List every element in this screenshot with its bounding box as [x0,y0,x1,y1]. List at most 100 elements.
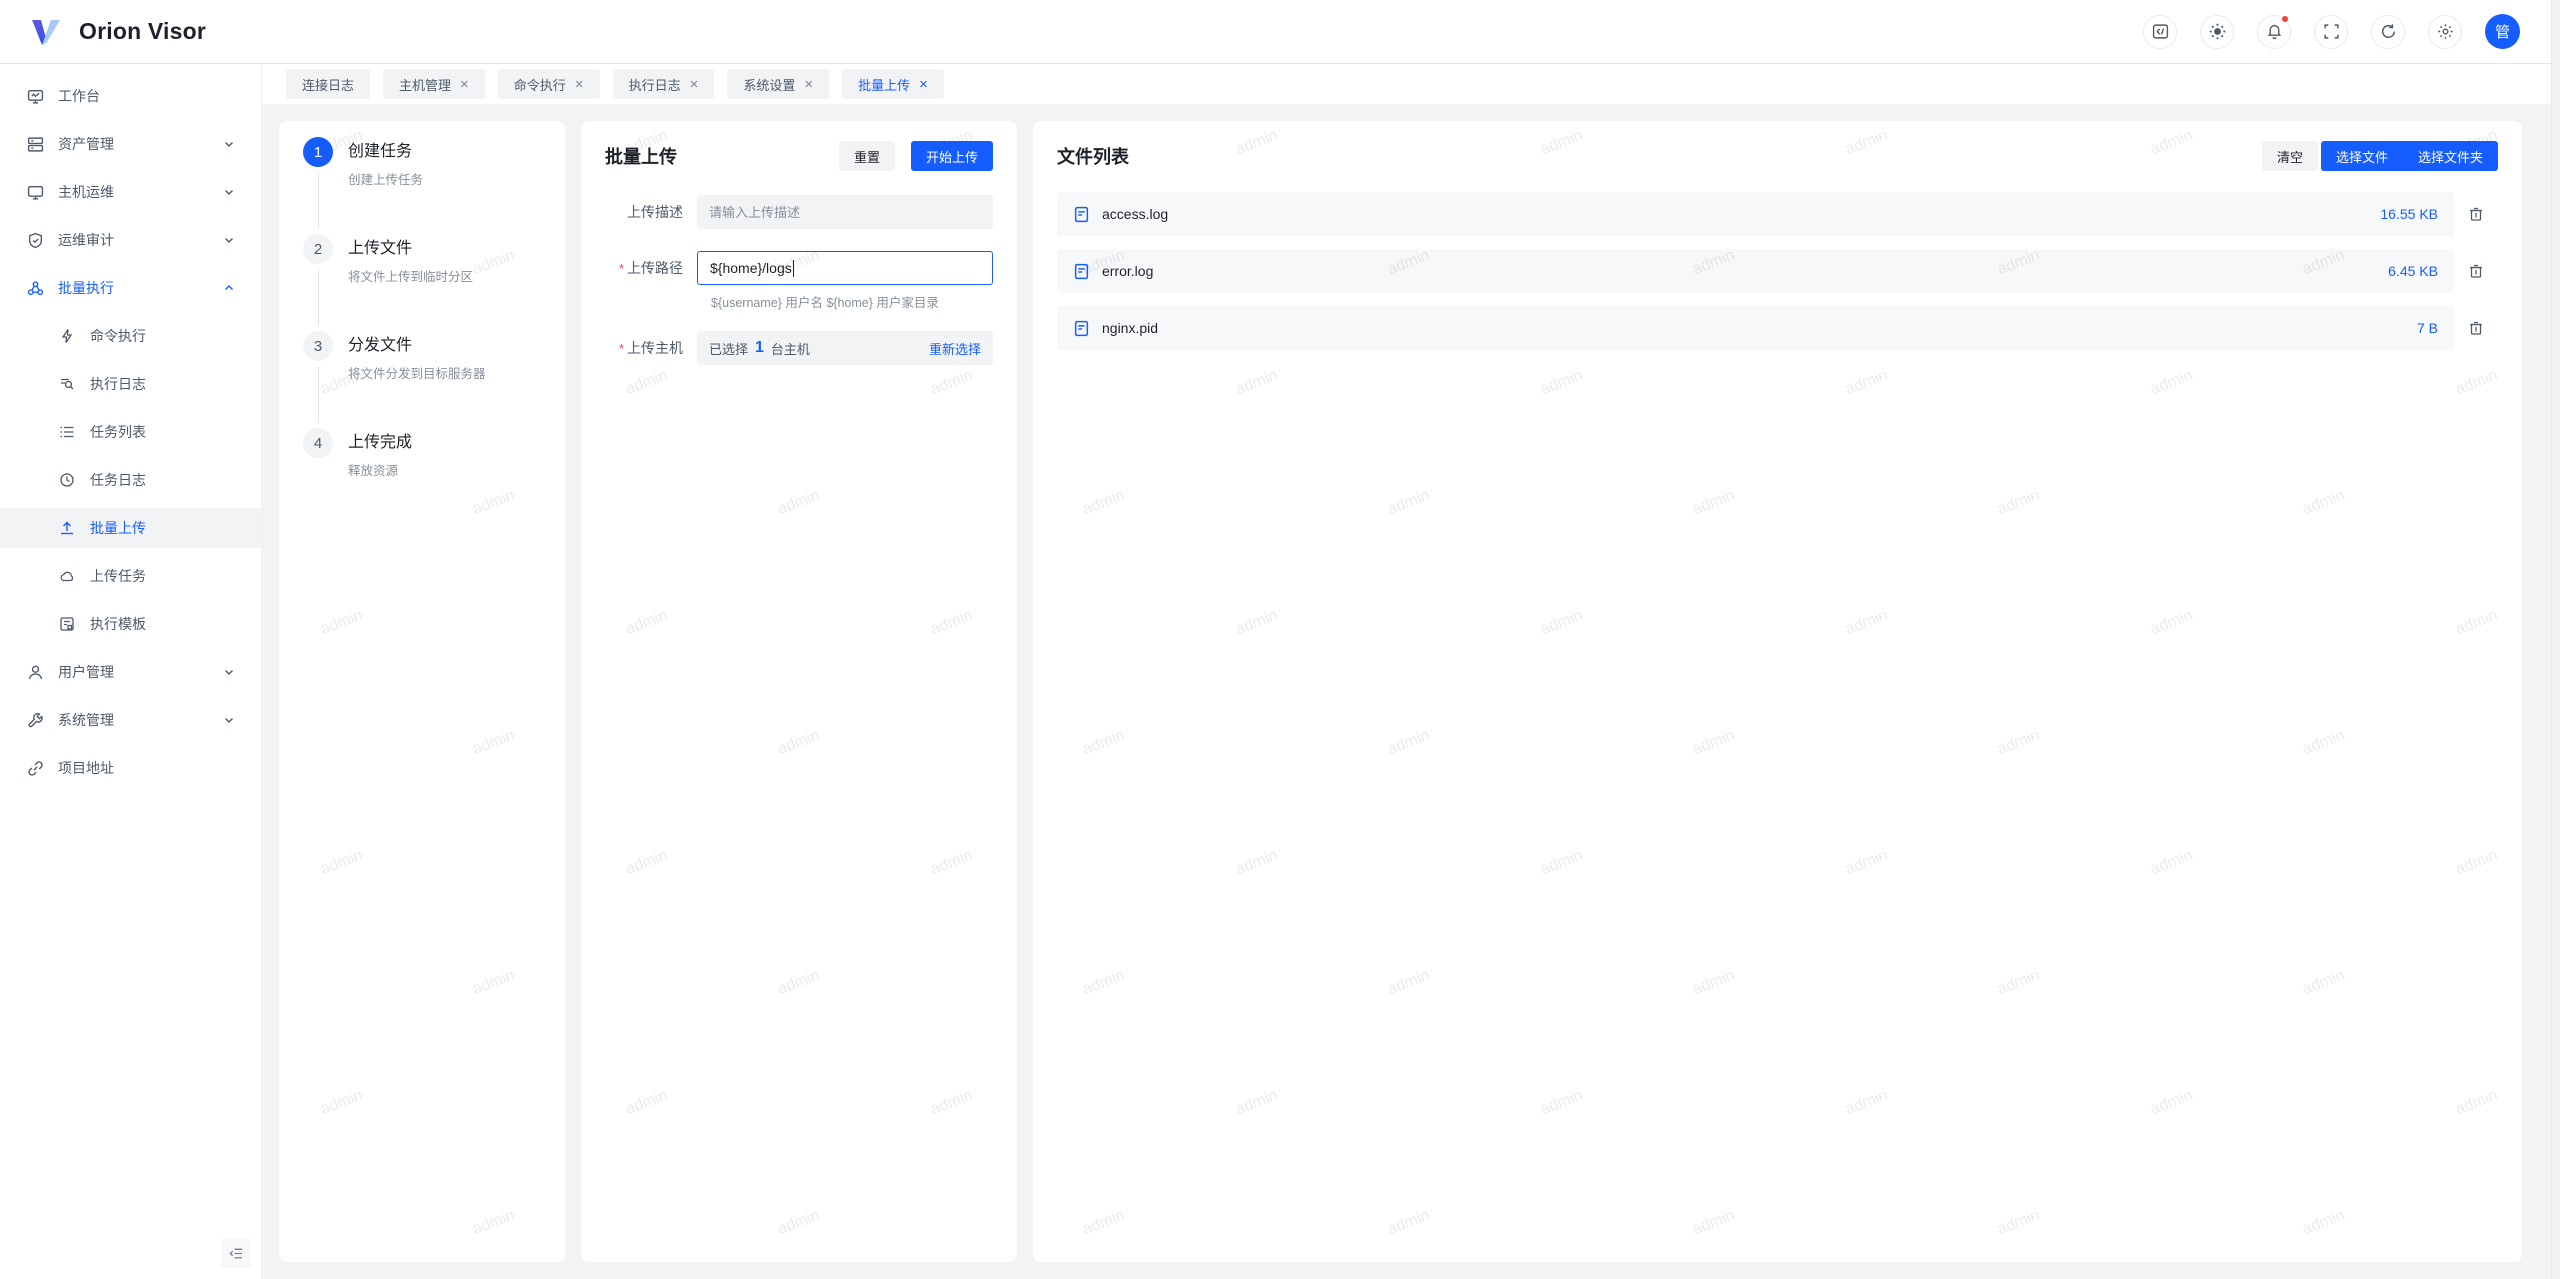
step-desc: 释放资源 [348,460,412,479]
notification-bell-icon[interactable] [2257,15,2291,49]
tab-command-exec[interactable]: 命令执行× [498,69,600,99]
hosts-selected-suffix: 台主机 [771,339,810,358]
select-file-button[interactable]: 选择文件 [2321,141,2403,171]
assets-icon [26,135,44,153]
hosts-selected-count: 1 [755,339,764,357]
file-list-panel: 文件列表 清空 选择文件 选择文件夹 access.log 16.55 KB [1033,121,2522,1262]
sidebar-item-label: 执行模板 [90,614,146,634]
sidebar-item-assets[interactable]: 资产管理 [0,124,261,164]
file-bar: nginx.pid 7 B [1057,306,2454,350]
user-icon [26,663,44,681]
brightness-icon[interactable] [2200,15,2234,49]
file-row: access.log 16.55 KB [1057,192,2498,236]
content-area: 1 创建任务 创建上传任务 2 上传文件 将文件上传到临时分区 3 分发文件 将… [262,104,2560,1279]
step-title: 分发文件 [348,331,486,361]
code-terminal-icon[interactable] [2143,15,2177,49]
sidebar-item-label: 上传任务 [90,566,146,586]
header-actions: 管 [2143,14,2534,49]
sidebar-item-command-exec[interactable]: 命令执行 [0,316,261,356]
upload-path-value: ${home}/logs [710,260,792,276]
sidebar-item-batch-upload[interactable]: 批量上传 [0,508,261,548]
delete-file-button[interactable] [2454,320,2498,336]
exec-log-icon [58,375,76,393]
start-upload-button[interactable]: 开始上传 [911,141,993,171]
step-create-task: 1 创建任务 创建上传任务 [303,137,541,234]
file-row: error.log 6.45 KB [1057,249,2498,293]
sidebar-item-audit[interactable]: 运维审计 [0,220,261,260]
delete-file-button[interactable] [2454,206,2498,222]
logo-v-icon [26,12,66,52]
step-connector [318,173,319,229]
workbench-icon [26,87,44,105]
tab-label: 批量上传 [858,75,910,94]
refresh-icon[interactable] [2371,15,2405,49]
close-icon[interactable]: × [919,77,928,92]
upload-desc-input[interactable] [709,205,981,220]
sidebar-item-system-mgmt[interactable]: 系统管理 [0,700,261,740]
step-desc: 将文件分发到目标服务器 [348,363,486,382]
upload-path-group: 上传路径 ${home}/logs ${username} 用户名 ${home… [605,251,993,311]
sidebar-item-label: 任务日志 [90,470,146,490]
sidebar-item-batch-exec[interactable]: 批量执行 [0,268,261,308]
sidebar-item-label: 用户管理 [58,662,114,682]
app-header: Orion Visor [0,0,2560,64]
settings-gear-icon[interactable] [2428,15,2462,49]
host-ops-icon [26,183,44,201]
upload-path-input[interactable]: ${home}/logs [697,251,993,285]
tab-label: 主机管理 [399,75,451,94]
clear-files-button[interactable]: 清空 [2262,141,2318,171]
sidebar-item-label: 项目地址 [58,758,114,778]
tab-host-mgmt[interactable]: 主机管理 × [383,69,485,99]
batch-exec-icon [26,279,44,297]
sidebar-item-label: 运维审计 [58,230,114,250]
select-folder-button[interactable]: 选择文件夹 [2403,141,2498,171]
sidebar-item-label: 批量上传 [90,518,146,538]
fullscreen-icon[interactable] [2314,15,2348,49]
file-name: access.log [1102,206,1168,222]
step-number: 3 [303,331,333,361]
step-desc: 创建上传任务 [348,169,423,188]
sidebar-item-task-list[interactable]: 任务列表 [0,412,261,452]
step-number: 4 [303,428,333,458]
sidebar-item-label: 命令执行 [90,326,146,346]
close-icon[interactable]: × [460,77,469,92]
step-upload-files: 2 上传文件 将文件上传到临时分区 [303,234,541,331]
file-size: 6.45 KB [2388,263,2438,279]
close-icon[interactable]: × [575,77,584,92]
sidebar-item-task-log[interactable]: 任务日志 [0,460,261,500]
delete-file-button[interactable] [2454,263,2498,279]
reset-button[interactable]: 重置 [839,141,895,171]
step-title: 上传完成 [348,428,412,458]
file-icon [1073,263,1090,280]
sidebar-item-upload-task[interactable]: 上传任务 [0,556,261,596]
tab-batch-upload[interactable]: 批量上传 × [842,69,944,99]
chevron-down-icon [223,714,235,726]
step-desc: 将文件上传到临时分区 [348,266,473,285]
sidebar-item-label: 批量执行 [58,278,114,298]
chevron-down-icon [223,186,235,198]
user-avatar[interactable]: 管 [2485,14,2520,49]
step-connector [318,367,319,423]
audit-shield-icon [26,231,44,249]
close-icon[interactable]: × [804,77,813,92]
tab-exec-log[interactable]: 执行日志× [613,69,715,99]
task-log-icon [58,471,76,489]
file-icon [1073,320,1090,337]
close-icon[interactable]: × [690,77,699,92]
batch-upload-icon [58,519,76,537]
upload-task-cloud-icon [58,567,76,585]
tab-connect-log[interactable]: 连接日志 [286,69,370,99]
sidebar-collapse-button[interactable] [221,1238,251,1268]
sidebar-item-workbench[interactable]: 工作台 [0,76,261,116]
vertical-scrollbar[interactable] [2551,0,2560,1279]
exec-template-icon [58,615,76,633]
sidebar-item-user-mgmt[interactable]: 用户管理 [0,652,261,692]
sidebar-item-host-ops[interactable]: 主机运维 [0,172,261,212]
file-name: nginx.pid [1102,320,1158,336]
sidebar-item-project-url[interactable]: 项目地址 [0,748,261,788]
sidebar-item-exec-template[interactable]: 执行模板 [0,604,261,644]
step-upload-done: 4 上传完成 释放资源 [303,428,541,525]
tab-system-settings[interactable]: 系统设置× [727,69,829,99]
sidebar-item-exec-log[interactable]: 执行日志 [0,364,261,404]
reselect-hosts-link[interactable]: 重新选择 [929,339,981,358]
